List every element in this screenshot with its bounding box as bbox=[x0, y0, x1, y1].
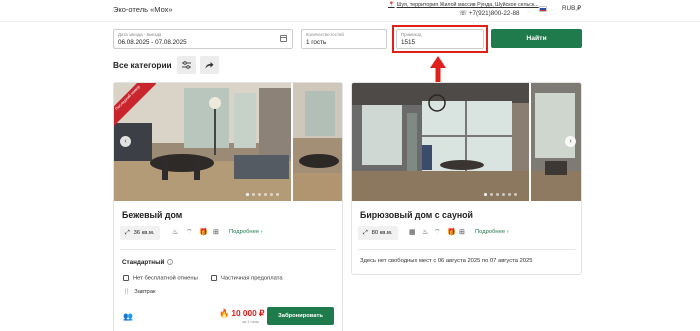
category-title: Все категории bbox=[113, 60, 172, 70]
bed-icon: ⊞ bbox=[459, 229, 465, 236]
share-button[interactable] bbox=[200, 56, 219, 74]
expand-arrows-icon: ⤢ bbox=[363, 230, 368, 236]
room-photo-second[interactable] bbox=[293, 83, 342, 201]
tariff-label: Стандартный bbox=[122, 259, 165, 266]
card-divider bbox=[358, 249, 575, 250]
wifi-icon: ⌔ bbox=[186, 229, 193, 236]
room-photo-image bbox=[352, 83, 529, 201]
filter-sliders-icon bbox=[182, 61, 191, 69]
expand-arrows-icon: ⤢ bbox=[125, 230, 130, 236]
room-area: ⤢ 36 кв.м. bbox=[120, 226, 160, 240]
phone-link[interactable]: ☏ +7(921)800-22-88 bbox=[459, 10, 519, 17]
top-header: Эко-отель «Мох» 📍 Шуя, территория Жилой м… bbox=[0, 0, 700, 22]
room-card-beige-house[interactable]: ‹ Последний номер Бежевый дом ⤢ 36 кв.м.… bbox=[113, 82, 343, 331]
details-link[interactable]: Подробнее › bbox=[475, 229, 509, 235]
gift-icon: 🎁 bbox=[447, 229, 456, 236]
guests-icon: 👥 bbox=[123, 312, 133, 321]
room-title[interactable]: Бежевый дом bbox=[122, 210, 182, 220]
partial-prepay: Частичная предоплата bbox=[211, 275, 283, 282]
share-arrow-icon bbox=[205, 62, 214, 69]
room-photo-second-image bbox=[293, 83, 342, 201]
cancel-policy-icon bbox=[123, 275, 129, 281]
meal-info: 🍴 Завтрак bbox=[123, 289, 156, 295]
price-note: за 1 ночь bbox=[242, 319, 260, 324]
filter-button[interactable] bbox=[177, 56, 196, 74]
hotel-name[interactable]: Эко-отель «Мох» bbox=[113, 5, 173, 14]
address-text: Шуя, территория Жилой массив Рунда, Шуйс… bbox=[396, 2, 539, 8]
room-photo-main[interactable]: ‹ bbox=[114, 83, 291, 201]
details-link[interactable]: Подробнее › bbox=[229, 229, 263, 235]
map-pin-icon: 📍 bbox=[388, 2, 395, 8]
room-price-value: 10 000 ₽ bbox=[231, 308, 265, 318]
photo-next-arrow[interactable]: › bbox=[565, 136, 576, 147]
card-divider bbox=[120, 249, 336, 250]
address-link[interactable]: 📍 Шуя, территория Жилой массив Рунда, Шуй… bbox=[388, 2, 539, 8]
photo-prev-arrow[interactable]: ‹ bbox=[120, 136, 131, 147]
room-area-value: 36 кв.м. bbox=[133, 230, 155, 236]
no-free-cancel: Нет бесплатной отмены bbox=[123, 275, 198, 282]
language-flag-icon[interactable] bbox=[539, 6, 547, 12]
kitchen-icon: ♨ bbox=[172, 229, 179, 236]
find-button[interactable]: Найти bbox=[491, 29, 582, 48]
promo-highlight-box bbox=[392, 25, 488, 53]
no-availability-message: Здесь нет свободных мест с 06 августа 20… bbox=[360, 258, 533, 264]
no-free-cancel-text: Нет бесплатной отмены bbox=[133, 275, 198, 282]
cutlery-icon: 🍴 bbox=[123, 289, 131, 295]
phone-icon: ☏ bbox=[459, 10, 467, 17]
room-area: ⤢ 80 кв.м. bbox=[358, 226, 398, 240]
room-card-turquoise-house[interactable]: › Бирюзовый дом с сауной ⤢ 80 кв.м. ▦ ♨ … bbox=[351, 82, 582, 275]
room-area-value: 80 кв.м. bbox=[371, 230, 393, 236]
kitchen-icon: ♨ bbox=[422, 229, 429, 236]
currency-selector[interactable]: RUB,₽ bbox=[562, 5, 581, 12]
info-icon[interactable]: i bbox=[167, 259, 174, 266]
bed-icon: ⊞ bbox=[213, 229, 219, 236]
room-photo-main[interactable] bbox=[352, 83, 529, 201]
dates-value: 06.08.2025 - 07.08.2025 bbox=[118, 39, 187, 46]
partial-prepay-text: Частичная предоплата bbox=[221, 275, 283, 282]
guests-field[interactable]: Количество гостей 1 гость bbox=[301, 29, 387, 49]
room-photo-image bbox=[114, 83, 291, 201]
dates-field[interactable]: Дата заезда - выезда 06.08.2025 - 07.08.… bbox=[113, 29, 293, 49]
dates-label: Дата заезда - выезда bbox=[118, 32, 162, 37]
fire-icon: 🔥 bbox=[219, 308, 230, 318]
wifi-icon: ⌔ bbox=[434, 229, 441, 236]
photo-dots[interactable] bbox=[484, 193, 517, 196]
sauna-icon: ▦ bbox=[409, 229, 416, 236]
details-label: Подробнее bbox=[229, 229, 260, 235]
guests-label: Количество гостей bbox=[306, 32, 344, 37]
guests-value: 1 гость bbox=[306, 39, 327, 46]
room-price: 🔥 10 000 ₽ bbox=[219, 308, 264, 319]
phone-text: +7(921)800-22-88 bbox=[468, 10, 520, 17]
details-label: Подробнее bbox=[475, 229, 506, 235]
calendar-icon bbox=[280, 35, 287, 42]
book-button[interactable]: Забронировать bbox=[267, 307, 334, 325]
room-title[interactable]: Бирюзовый дом с сауной bbox=[360, 210, 473, 220]
room-photo-second[interactable]: › bbox=[531, 83, 581, 201]
meal-text: Завтрак bbox=[134, 289, 156, 295]
photo-dots[interactable] bbox=[246, 193, 279, 196]
gift-icon: 🎁 bbox=[199, 229, 208, 236]
tariff-name: Стандартный i bbox=[122, 259, 174, 266]
prepay-icon bbox=[211, 275, 217, 281]
